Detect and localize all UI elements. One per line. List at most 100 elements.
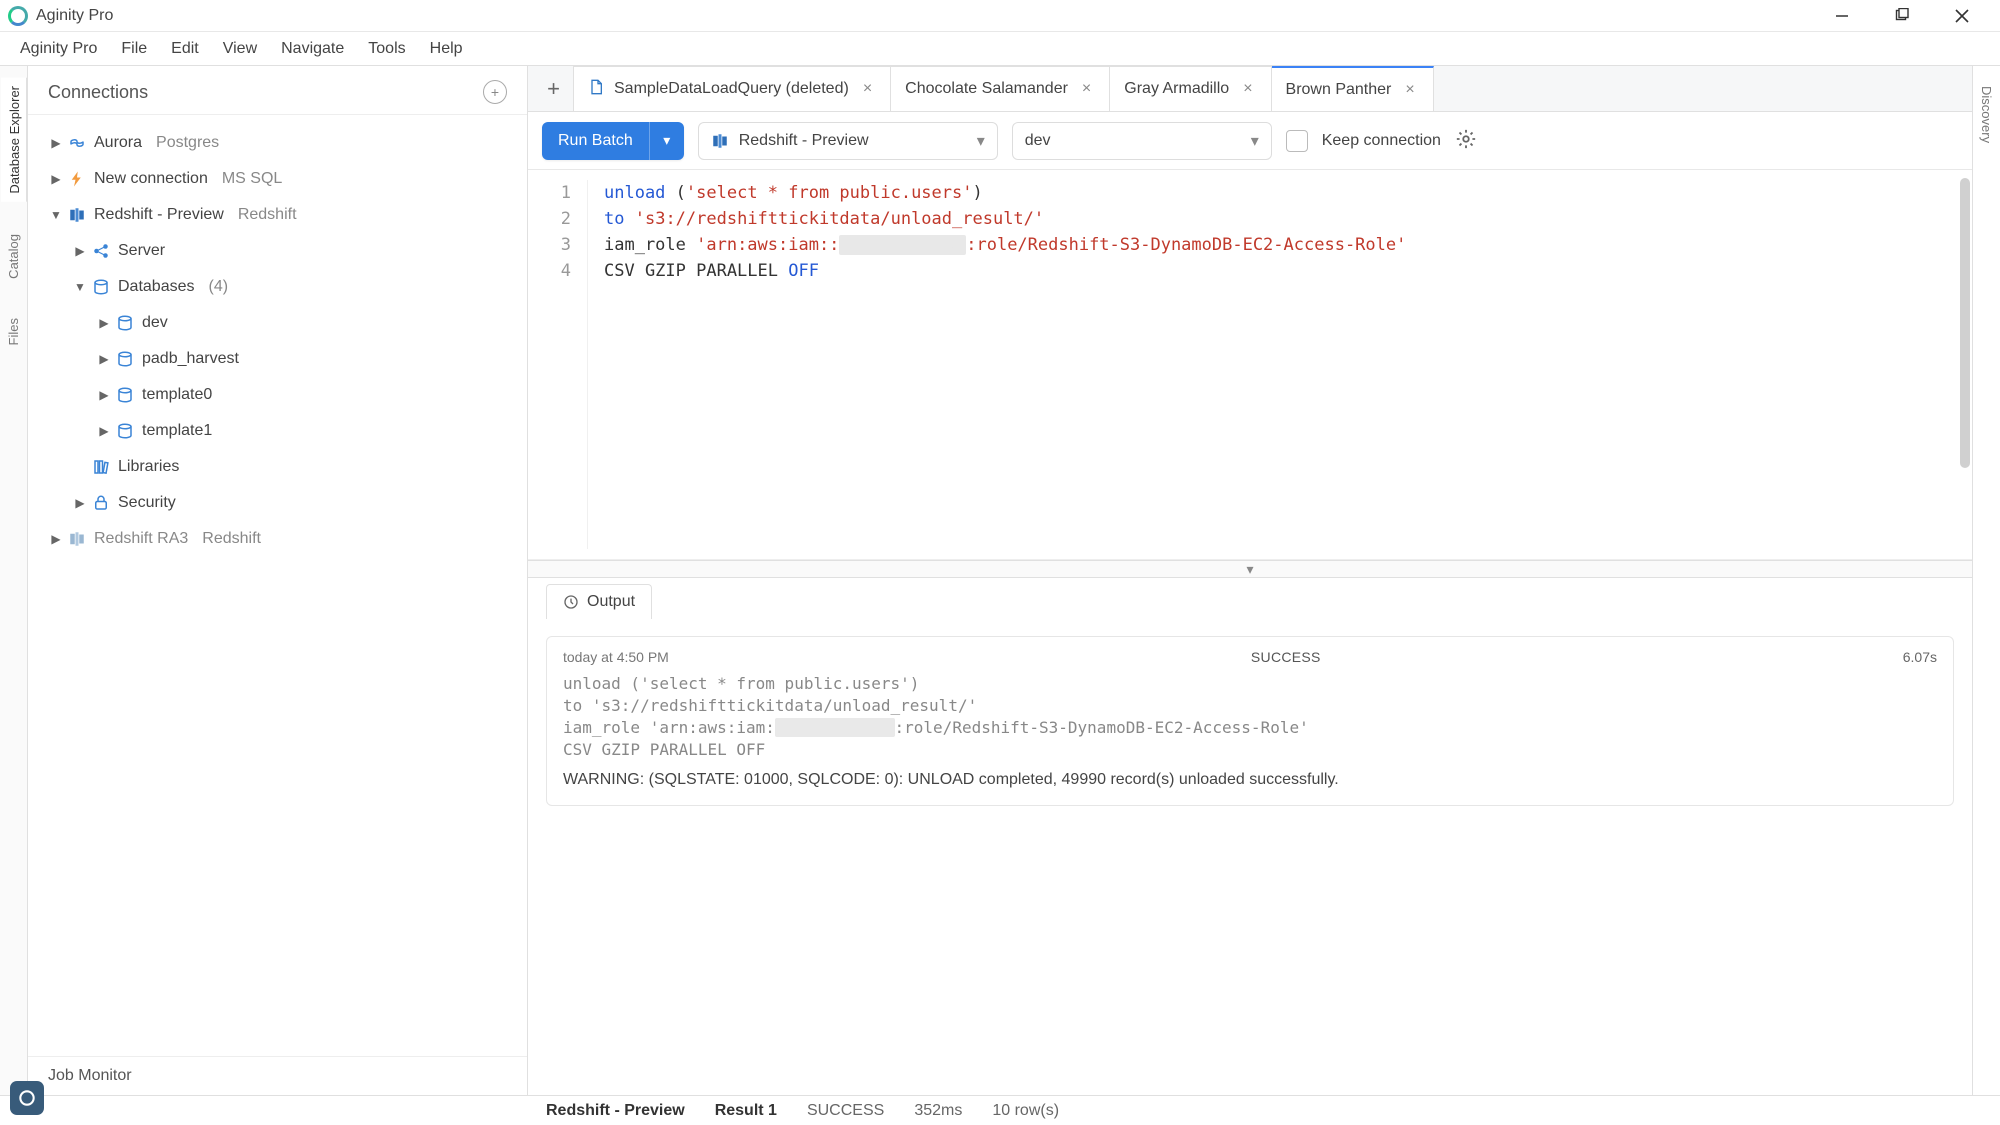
- redacted-text: XXXXXXXXXXXX: [839, 235, 966, 255]
- tree-item-libraries[interactable]: Libraries: [28, 449, 527, 485]
- tree-label: template1: [138, 422, 212, 440]
- output-duration: 6.07s: [1903, 649, 1937, 665]
- add-connection-button[interactable]: +: [483, 80, 507, 104]
- keep-connection-label: Keep connection: [1322, 132, 1441, 150]
- connection-tree: ▶ Aurora Postgres ▶ New connection MS SQ…: [28, 115, 527, 1056]
- tree-item-databases[interactable]: ▼ Databases (4): [28, 269, 527, 305]
- tab-bar: + SampleDataLoadQuery (deleted) × Chocol…: [528, 66, 1972, 112]
- chevron-right-icon[interactable]: ▶: [96, 352, 112, 366]
- menu-help[interactable]: Help: [418, 36, 475, 62]
- output-status: SUCCESS: [669, 649, 1903, 665]
- pane-splitter[interactable]: ▾: [528, 560, 1972, 578]
- job-monitor-link[interactable]: Job Monitor: [28, 1056, 527, 1095]
- tree-item-tmpl0[interactable]: ▶ template0: [28, 377, 527, 413]
- code-body[interactable]: unload ('select * from public.users')to …: [588, 180, 1406, 549]
- chevron-down-icon[interactable]: ▼: [72, 280, 88, 294]
- tab-label: SampleDataLoadQuery (deleted): [614, 80, 849, 98]
- tab-close-button[interactable]: ×: [1401, 79, 1418, 101]
- tree-item-padb[interactable]: ▶ padb_harvest: [28, 341, 527, 377]
- status-connection: Redshift - Preview: [546, 1102, 685, 1120]
- rail-database-explorer[interactable]: Database Explorer: [1, 78, 27, 202]
- tree-label: template0: [138, 386, 212, 404]
- output-pane: today at 4:50 PM SUCCESS 6.07s unload ('…: [528, 624, 1972, 1095]
- maximize-button[interactable]: [1872, 0, 1932, 32]
- menu-tools[interactable]: Tools: [356, 36, 417, 62]
- tree-type: Redshift: [188, 530, 261, 548]
- tab-close-button[interactable]: ×: [859, 78, 876, 100]
- tab-sampledata[interactable]: SampleDataLoadQuery (deleted) ×: [574, 66, 891, 111]
- chevron-down-icon: ▾: [1251, 131, 1259, 151]
- chevron-right-icon[interactable]: ▶: [48, 532, 64, 546]
- share-icon: [92, 242, 110, 260]
- menu-view[interactable]: View: [211, 36, 269, 62]
- chevron-right-icon[interactable]: ▶: [96, 316, 112, 330]
- bolt-icon: [68, 170, 86, 188]
- output-log: unload ('select * from public.users') to…: [563, 673, 1937, 761]
- tab-close-button[interactable]: ×: [1078, 78, 1095, 100]
- status-rows: 10 row(s): [992, 1102, 1059, 1120]
- menu-file[interactable]: File: [109, 36, 159, 62]
- app-logo-icon: [8, 6, 28, 26]
- rail-catalog[interactable]: Catalog: [2, 226, 25, 287]
- output-warning: WARNING: (SQLSTATE: 01000, SQLCODE: 0): …: [563, 771, 1937, 789]
- scrollbar-thumb[interactable]: [1960, 178, 1970, 468]
- chevron-right-icon[interactable]: ▶: [72, 244, 88, 258]
- tree-item-security[interactable]: ▶ Security: [28, 485, 527, 521]
- tab-chocolate[interactable]: Chocolate Salamander ×: [891, 66, 1110, 111]
- app-title: Aginity Pro: [36, 7, 113, 25]
- tab-label: Brown Panther: [1286, 81, 1392, 99]
- close-button[interactable]: [1932, 0, 1992, 32]
- settings-button[interactable]: [1455, 128, 1477, 153]
- tab-label: Chocolate Salamander: [905, 80, 1068, 98]
- connection-select[interactable]: Redshift - Preview ▾: [698, 122, 998, 160]
- tree-item-redshift[interactable]: ▼ Redshift - Preview Redshift: [28, 197, 527, 233]
- database-icon: [116, 350, 134, 368]
- tree-label: dev: [138, 314, 168, 332]
- tree-item-dev[interactable]: ▶ dev: [28, 305, 527, 341]
- tree-label: Security: [114, 494, 176, 512]
- tab-close-button[interactable]: ×: [1239, 78, 1256, 100]
- chevron-right-icon[interactable]: ▶: [72, 496, 88, 510]
- output-tab[interactable]: Output: [546, 584, 652, 619]
- database-icon: [116, 314, 134, 332]
- tree-item-ra3[interactable]: ▶ Redshift RA3 Redshift: [28, 521, 527, 557]
- menu-edit[interactable]: Edit: [159, 36, 211, 62]
- chevron-right-icon[interactable]: ▶: [48, 172, 64, 186]
- menu-navigate[interactable]: Navigate: [269, 36, 356, 62]
- output-card: today at 4:50 PM SUCCESS 6.07s unload ('…: [546, 636, 1954, 806]
- tree-item-newconn[interactable]: ▶ New connection MS SQL: [28, 161, 527, 197]
- output-timestamp: today at 4:50 PM: [563, 649, 669, 665]
- lock-icon: [92, 494, 110, 512]
- left-rail: Database Explorer Catalog Files: [0, 66, 28, 1095]
- new-tab-button[interactable]: +: [534, 66, 574, 111]
- keep-connection-checkbox[interactable]: [1286, 130, 1308, 152]
- tree-label: padb_harvest: [138, 350, 239, 368]
- run-dropdown-button[interactable]: ▾: [650, 122, 684, 160]
- menu-aginity[interactable]: Aginity Pro: [8, 36, 109, 62]
- rail-discovery[interactable]: Discovery: [1975, 78, 1998, 151]
- database-icon: [116, 422, 134, 440]
- redshift-icon: [68, 206, 86, 224]
- sidebar-title: Connections: [48, 82, 483, 103]
- chevron-right-icon[interactable]: ▶: [96, 388, 112, 402]
- chevron-down-icon[interactable]: ▼: [48, 208, 64, 222]
- tab-brown[interactable]: Brown Panther ×: [1272, 66, 1434, 111]
- run-button[interactable]: Run Batch: [542, 122, 650, 160]
- rail-files[interactable]: Files: [2, 310, 25, 353]
- right-rail: Discovery: [1972, 66, 2000, 1095]
- status-result: Result 1: [715, 1102, 777, 1120]
- tree-item-aurora[interactable]: ▶ Aurora Postgres: [28, 125, 527, 161]
- run-button-group: Run Batch ▾: [542, 122, 684, 160]
- taskbar-app-icon[interactable]: [10, 1081, 44, 1115]
- tree-item-tmpl1[interactable]: ▶ template1: [28, 413, 527, 449]
- database-icon: [116, 386, 134, 404]
- status-state: SUCCESS: [807, 1102, 884, 1120]
- chevron-right-icon[interactable]: ▶: [48, 136, 64, 150]
- chevron-right-icon[interactable]: ▶: [96, 424, 112, 438]
- tree-type: MS SQL: [208, 170, 282, 188]
- code-editor[interactable]: 1234 unload ('select * from public.users…: [528, 170, 1972, 560]
- minimize-button[interactable]: [1812, 0, 1872, 32]
- tree-item-server[interactable]: ▶ Server: [28, 233, 527, 269]
- tab-gray[interactable]: Gray Armadillo ×: [1110, 66, 1271, 111]
- database-select[interactable]: dev ▾: [1012, 122, 1272, 160]
